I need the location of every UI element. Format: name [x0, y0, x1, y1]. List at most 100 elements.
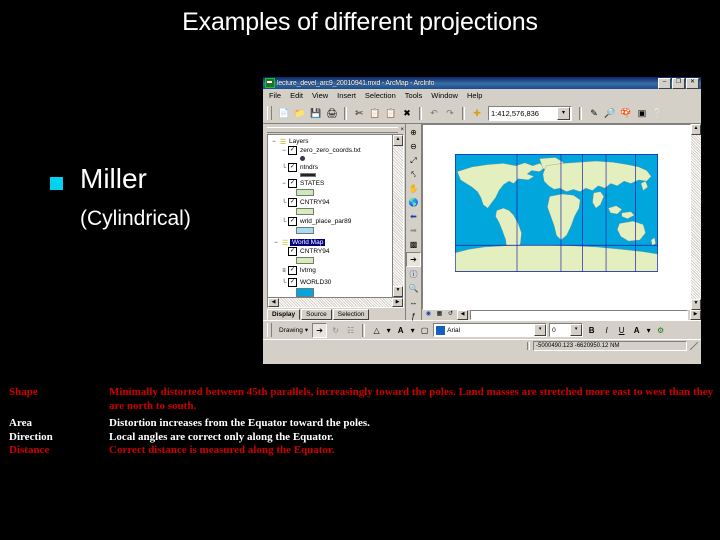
expander-icon[interactable]: −	[280, 181, 288, 187]
layer-label[interactable]: World Map	[290, 239, 326, 246]
text-dropdown-icon[interactable]: ▾	[409, 324, 416, 337]
toolbar-grip[interactable]	[267, 323, 272, 337]
font-name-value[interactable]: Arial	[447, 327, 534, 334]
scroll-left-icon[interactable]: ◀	[268, 298, 279, 307]
layer-visibility-checkbox[interactable]: ✓	[288, 266, 297, 275]
list-item[interactable]: ✓ CNTRY94	[270, 247, 392, 256]
layer-label[interactable]: STATES	[299, 180, 324, 187]
list-item[interactable]: − ☰ Layers	[270, 137, 392, 146]
menu-bar[interactable]: File Edit View Insert Selection Tools Wi…	[263, 89, 701, 103]
scroll-left-icon[interactable]: ◀	[457, 310, 468, 320]
scrollbar-track[interactable]	[393, 146, 403, 286]
layer-label[interactable]: Layers	[288, 138, 309, 145]
zoom-out-icon[interactable]: ⊖	[407, 140, 420, 153]
drawing-menu-label[interactable]: Drawing	[279, 327, 303, 334]
menu-item-edit[interactable]: Edit	[290, 91, 303, 100]
pan-icon[interactable]: ✋	[407, 182, 420, 195]
scroll-right-icon[interactable]: ▶	[690, 310, 701, 320]
layer-label[interactable]: zero_zero_coords.txt	[299, 147, 361, 154]
list-item[interactable]: − ✓ zero_zero_coords.txt	[270, 146, 392, 155]
layer-visibility-checkbox[interactable]: ✓	[288, 163, 297, 172]
font-size-value[interactable]: 0	[550, 327, 570, 334]
shape-dropdown-icon[interactable]: ▾	[385, 324, 392, 337]
scrollbar-track[interactable]	[279, 298, 392, 307]
add-data-icon[interactable]: ✚	[470, 106, 484, 120]
minimize-button[interactable]: –	[658, 77, 671, 89]
redo-icon[interactable]: ↷	[443, 106, 457, 120]
fixed-zoom-in-icon[interactable]: ⤢	[407, 154, 420, 167]
chevron-down-icon[interactable]: ▾	[305, 326, 308, 334]
font-name-combobox[interactable]: Arial ▾	[433, 323, 548, 337]
map-view-bar[interactable]: ◉ ▦ ↺ ◀ ▶	[422, 310, 701, 320]
scrollbar-track[interactable]	[470, 310, 688, 320]
list-item[interactable]: └ ✓ wrld_place_par89	[270, 217, 392, 226]
layer-tree[interactable]: − ☰ Layers − ✓ zero_zero_coords.txt └ ✓ …	[268, 135, 392, 297]
menu-item-view[interactable]: View	[312, 91, 328, 100]
open-folder-icon[interactable]: 📁	[293, 106, 307, 120]
toolbar-grip[interactable]	[267, 106, 272, 120]
tools-toolbar[interactable]: ⊕ ⊖ ⤢ ⤣ ✋ 🌎 ⬅ ➡ ▩ ➔ ⓘ 🔍 ↔ ƒ	[405, 124, 422, 323]
expander-icon[interactable]: └	[280, 219, 288, 225]
tab-selection[interactable]: Selection	[332, 309, 370, 320]
toc-tree-panel[interactable]: − ☰ Layers − ✓ zero_zero_coords.txt └ ✓ …	[267, 134, 404, 308]
chevron-down-icon[interactable]: ▾	[557, 106, 570, 120]
layer-visibility-checkbox[interactable]: ✓	[288, 247, 297, 256]
toc-horizontal-scrollbar[interactable]: ◀ ▶	[268, 297, 403, 307]
expander-icon[interactable]: ≡	[280, 268, 288, 274]
menu-item-selection[interactable]: Selection	[365, 91, 396, 100]
undo-icon[interactable]: ↶	[427, 106, 441, 120]
layer-label[interactable]: CNTRY94	[299, 199, 330, 206]
map-canvas[interactable]	[422, 124, 691, 310]
close-button[interactable]: ✕	[686, 77, 699, 89]
bold-button[interactable]: B	[585, 324, 598, 337]
drawing-menu[interactable]: Drawing ▾	[277, 324, 311, 336]
select-features-icon[interactable]: ▩	[407, 238, 420, 251]
layer-visibility-checkbox[interactable]: ✓	[288, 146, 297, 155]
whats-this-help-icon[interactable]: ❔	[651, 106, 665, 120]
map-tips-icon[interactable]: 🔎	[603, 106, 617, 120]
expander-icon[interactable]: └	[280, 280, 288, 286]
arctoolbox-icon[interactable]: 🍄	[619, 106, 633, 120]
expander-icon[interactable]: └	[280, 165, 288, 171]
layer-label[interactable]: lvtrng	[299, 267, 316, 274]
cut-icon[interactable]: ✄	[352, 106, 366, 120]
close-icon[interactable]: ×	[400, 127, 404, 133]
font-color-dropdown-icon[interactable]: ▾	[645, 324, 652, 337]
tab-display[interactable]: Display	[267, 309, 301, 320]
menu-item-insert[interactable]: Insert	[337, 91, 356, 100]
print-icon[interactable]: 🖨	[325, 106, 339, 120]
copy-icon[interactable]: 📋	[368, 106, 382, 120]
expander-icon[interactable]: −	[280, 148, 288, 154]
layer-visibility-checkbox[interactable]: ✓	[288, 278, 297, 287]
scroll-up-icon[interactable]: ▲	[691, 124, 701, 135]
scroll-down-icon[interactable]: ▼	[393, 286, 403, 297]
expander-icon[interactable]: −	[270, 139, 278, 145]
back-extent-icon[interactable]: ⬅	[407, 210, 420, 223]
select-arrow-icon[interactable]: ➔	[312, 322, 328, 338]
menu-item-file[interactable]: File	[269, 91, 281, 100]
list-item[interactable]: └ ✓ ntndrs	[270, 163, 392, 172]
italic-button[interactable]: I	[600, 324, 613, 337]
zoom-in-icon[interactable]: ⊕	[407, 126, 420, 139]
new-document-icon[interactable]: 📄	[277, 106, 291, 120]
menu-item-window[interactable]: Window	[431, 91, 458, 100]
toc-vertical-scrollbar[interactable]: ▲ ▼	[392, 135, 403, 297]
layer-label[interactable]: ntndrs	[299, 164, 318, 171]
hyperlink-icon[interactable]: ƒ	[407, 310, 420, 323]
new-shape-icon[interactable]: △	[370, 324, 383, 337]
globe-icon[interactable]: 🌎	[407, 196, 420, 209]
layer-visibility-checkbox[interactable]: ✓	[288, 217, 297, 226]
chevron-down-icon[interactable]: ▾	[570, 324, 583, 336]
standard-toolbar[interactable]: 📄 📁 💾 🖨 ✄ 📋 📋 ✖ ↶ ↷ ✚ 1:412,576,836 ▾ ✎ …	[263, 103, 701, 124]
text-color-icon[interactable]: A	[394, 324, 407, 337]
list-item[interactable]: − ✓ STATES	[270, 179, 392, 188]
font-color-button[interactable]: A	[630, 324, 643, 337]
menu-item-tools[interactable]: Tools	[405, 91, 423, 100]
rotate-icon[interactable]: ↻	[329, 324, 342, 337]
resize-grip[interactable]	[690, 341, 698, 350]
show-hide-toc-icon[interactable]: ▣	[635, 106, 649, 120]
tab-source[interactable]: Source	[301, 309, 332, 320]
scroll-down-icon[interactable]: ▼	[691, 299, 701, 310]
layout-view-icon[interactable]: ▦	[435, 311, 444, 319]
paste-icon[interactable]: 📋	[384, 106, 398, 120]
